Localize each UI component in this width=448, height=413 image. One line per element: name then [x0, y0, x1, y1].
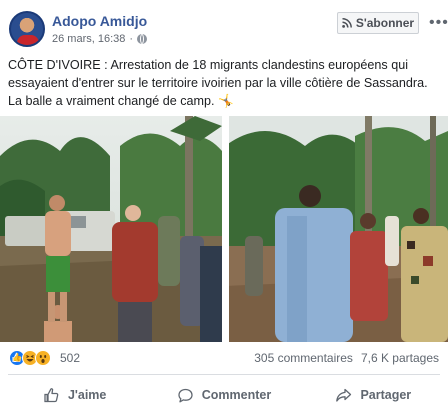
like-button[interactable]: J'aime — [0, 379, 149, 411]
reaction-count[interactable]: 502 — [60, 351, 80, 365]
like-label: J'aime — [67, 388, 107, 402]
post-text: CÔTE D'IVOIRE : Arrestation de 18 migran… — [8, 56, 440, 110]
share-button[interactable]: Partager — [299, 379, 448, 411]
subscribe-button[interactable]: S'abonner — [337, 12, 419, 34]
thumbs-up-icon — [43, 387, 60, 404]
comment-button[interactable]: Commenter — [149, 379, 298, 411]
reaction-icons[interactable] — [9, 350, 51, 366]
post-text-line: essayaient d'entrer sur le territoire iv… — [8, 76, 428, 90]
wow-reaction-icon — [35, 350, 51, 366]
share-icon — [335, 387, 352, 404]
action-bar: J'aime Commenter Partager — [0, 379, 448, 411]
subscribe-label: S'abonner — [355, 16, 415, 30]
post-text-line: CÔTE D'IVOIRE : Arrestation de 18 migran… — [8, 58, 408, 72]
share-count[interactable]: 7,6 K partages — [361, 351, 439, 365]
avatar[interactable] — [9, 11, 45, 47]
post-date[interactable]: 26 mars, 16:38 — [52, 33, 125, 45]
comment-icon — [177, 387, 194, 404]
divider — [8, 374, 440, 375]
comment-label: Commenter — [201, 388, 272, 402]
share-label: Partager — [360, 388, 412, 402]
globe-icon — [137, 34, 148, 44]
post-text-line: La balle a vraiment changé de camp. 🤸 — [8, 94, 234, 108]
author-name[interactable]: Adopo Amidjo — [52, 13, 147, 29]
more-options-icon[interactable]: ••• — [429, 14, 448, 32]
comment-count[interactable]: 305 commentaires — [254, 351, 353, 365]
post-photo-left[interactable] — [0, 116, 222, 342]
post-header: Adopo Amidjo 26 mars, 16:38 · S'abonner … — [0, 0, 448, 52]
rss-icon — [342, 18, 352, 28]
meta-separator: · — [129, 33, 134, 45]
post-photos — [0, 116, 448, 342]
post-stats: 305 commentaires 7,6 K partages — [254, 351, 439, 365]
post-photo-right[interactable] — [225, 116, 448, 342]
post-meta: 26 mars, 16:38 · — [52, 33, 148, 45]
reactions-bar: 502 305 commentaires 7,6 K partages — [0, 346, 448, 368]
